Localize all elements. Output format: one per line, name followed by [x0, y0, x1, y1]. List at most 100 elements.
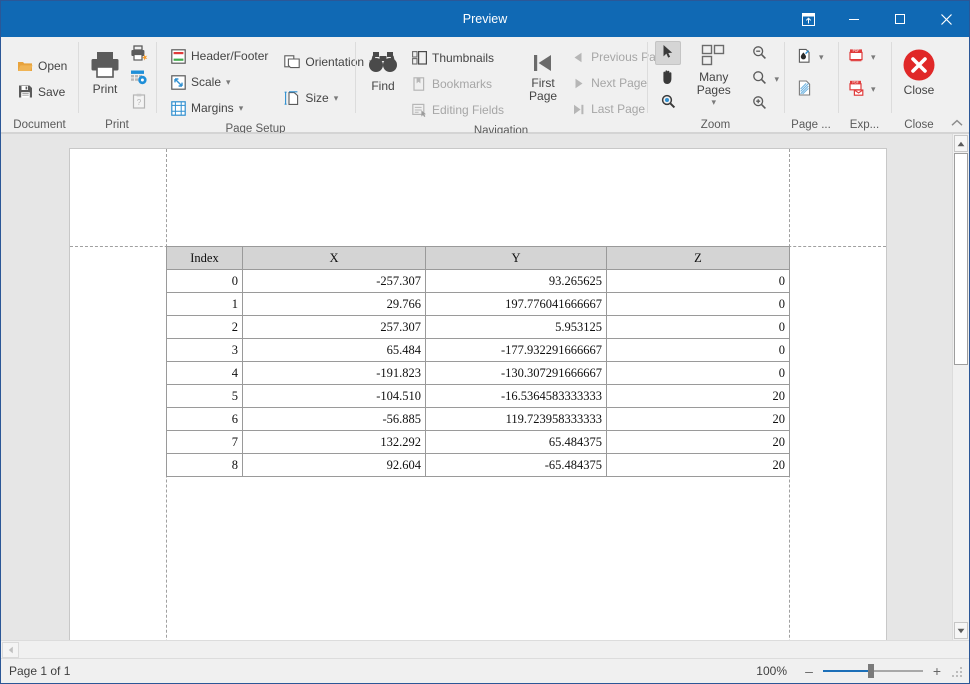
quick-print-button[interactable]: [126, 43, 152, 67]
column-header-x: X: [242, 246, 426, 270]
thumbnails-button[interactable]: Thumbnails: [405, 45, 510, 71]
first-page-button[interactable]: First Page: [526, 41, 560, 111]
margins-icon: [170, 100, 186, 116]
table-row: 2 257.307 5.953125 0: [166, 315, 790, 339]
close-red-x-icon: [902, 47, 936, 83]
zoom-slider-thumb[interactable]: [868, 664, 874, 678]
open-button[interactable]: Open: [11, 53, 73, 79]
margins-button[interactable]: Margins ▾: [164, 95, 274, 121]
zoom-in-button[interactable]: [746, 92, 772, 116]
resize-grip-icon[interactable]: [951, 664, 965, 678]
next-page-label: Next Page: [591, 76, 648, 90]
horizontal-scrollbar[interactable]: [1, 640, 969, 658]
cell-z: 0: [606, 315, 790, 339]
cell-z: 0: [606, 269, 790, 293]
email-pdf-button[interactable]: PDF: [843, 77, 869, 101]
cell-index: 0: [166, 269, 243, 293]
title-bar: Preview: [1, 1, 969, 37]
bookmarks-button[interactable]: Bookmarks: [405, 71, 510, 97]
find-button[interactable]: Find: [365, 41, 401, 111]
pointer-tool-button[interactable]: [655, 41, 681, 65]
header-footer-button[interactable]: Header/Footer: [164, 43, 274, 69]
zoom-slider[interactable]: [823, 663, 923, 679]
printer-setup-icon: [130, 69, 148, 88]
magnifier-tool-icon: [661, 94, 676, 112]
scroll-down-icon[interactable]: [954, 622, 968, 639]
pointer-tool-icon: [661, 44, 675, 62]
scale-label: Scale: [191, 75, 222, 89]
size-icon: [284, 90, 300, 106]
table-row: 1 29.766 197.776041666667 0: [166, 292, 790, 316]
many-pages-label: Many Pages: [696, 70, 731, 97]
cell-z: 0: [606, 361, 790, 385]
chevron-down-icon[interactable]: ▾: [871, 84, 876, 94]
scale-button[interactable]: Scale ▾: [164, 69, 274, 95]
cell-x: 29.766: [242, 292, 426, 316]
horizontal-scroll-track[interactable]: [20, 641, 952, 658]
zoom-out-stepper[interactable]: –: [801, 664, 817, 678]
open-button-label: Open: [38, 58, 68, 73]
cell-x: 65.484: [242, 338, 426, 362]
zoom-level-button[interactable]: [746, 67, 772, 91]
vertical-scroll-thumb[interactable]: [954, 153, 968, 365]
scroll-up-icon[interactable]: [954, 135, 968, 152]
zoom-in-stepper[interactable]: +: [929, 664, 945, 678]
magnifier-tool-button[interactable]: [655, 91, 681, 115]
column-header-z: Z: [606, 246, 790, 270]
minimize-icon[interactable]: [831, 1, 877, 37]
zoom-slider-fill: [823, 670, 871, 672]
ribbon-group-close: Close Close: [891, 37, 947, 133]
ribbon-display-options-icon[interactable]: [785, 1, 831, 37]
save-button-label: Save: [38, 84, 66, 99]
vertical-scrollbar[interactable]: [952, 134, 969, 640]
cell-x: 92.604: [242, 453, 426, 477]
table-row: 3 65.484 -177.932291666667 0: [166, 338, 790, 362]
export-pdf-icon: PDF: [848, 48, 864, 67]
cell-index: 5: [166, 384, 243, 408]
save-button[interactable]: Save: [11, 79, 73, 105]
print-button-label: Print: [92, 81, 118, 96]
cell-z: 0: [606, 292, 790, 316]
hand-tool-button[interactable]: [655, 66, 681, 90]
find-binoculars-icon: [368, 45, 398, 79]
document-canvas[interactable]: Index X Y Z 0 -257.307 93.265625 0 1 29.…: [1, 134, 952, 640]
ribbon-group-page-setup: Header/Footer Scale ▾ Margins ▾ Orientat…: [156, 37, 374, 135]
many-pages-button[interactable]: Many Pages ▾: [684, 41, 743, 111]
close-button[interactable]: Close: [896, 43, 942, 113]
print-preview-window: Preview Open Save Document Print ? Print…: [0, 0, 970, 684]
ribbon-group-print: Print ? Print: [78, 37, 156, 133]
chevron-down-icon[interactable]: ▾: [871, 52, 876, 62]
export-pdf-button[interactable]: PDF: [843, 45, 869, 69]
scroll-left-icon[interactable]: [2, 642, 19, 658]
ribbon-collapse-icon[interactable]: [949, 116, 965, 130]
table-row: 0 -257.307 93.265625 0: [166, 269, 790, 293]
cell-x: 132.292: [242, 430, 426, 454]
table-row: 6 -56.885 119.723958333333 20: [166, 407, 790, 431]
printer-setup-button[interactable]: [126, 67, 152, 91]
maximize-icon[interactable]: [877, 1, 923, 37]
cell-index: 2: [166, 315, 243, 339]
ribbon-group-label-zoom: Zoom: [700, 119, 731, 131]
ribbon-group-label-document: Document: [13, 119, 66, 131]
orientation-icon: [284, 54, 301, 70]
cell-z: 20: [606, 407, 790, 431]
page-color-button[interactable]: [791, 77, 817, 101]
vertical-scroll-track[interactable]: [953, 153, 969, 621]
find-button-label: Find: [371, 79, 395, 93]
cell-index: 8: [166, 453, 243, 477]
page-color-icon: [797, 79, 812, 99]
watermark-button[interactable]: [791, 45, 817, 69]
bookmarks-label: Bookmarks: [432, 77, 493, 91]
bookmarks-icon: [411, 76, 427, 92]
zoom-percent-label: 100%: [756, 664, 787, 678]
editing-fields-button[interactable]: Editing Fields: [405, 97, 510, 123]
ribbon-group-label-export: Exp...: [849, 119, 880, 131]
zoom-out-button[interactable]: [746, 42, 772, 66]
cell-z: 20: [606, 384, 790, 408]
close-icon[interactable]: [923, 1, 969, 37]
chevron-down-icon[interactable]: ▾: [774, 74, 779, 84]
chevron-down-icon[interactable]: ▾: [819, 52, 824, 62]
print-button[interactable]: Print: [86, 44, 124, 114]
print-options-button[interactable]: ?: [126, 91, 152, 115]
cell-x: 257.307: [242, 315, 426, 339]
